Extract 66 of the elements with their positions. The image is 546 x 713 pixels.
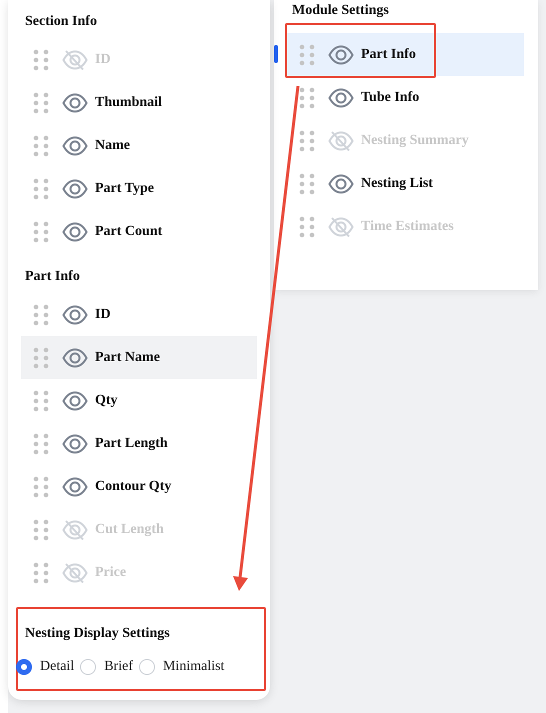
- field-row[interactable]: Contour Qty: [21, 465, 257, 508]
- section-heading: Module Settings: [291, 2, 390, 20]
- eye-icon[interactable]: [62, 348, 88, 368]
- field-row[interactable]: Thumbnail: [21, 81, 257, 124]
- eye-icon[interactable]: [62, 222, 88, 242]
- field-row[interactable]: ID: [21, 293, 257, 336]
- drag-handle-icon[interactable]: [33, 304, 49, 326]
- radio-button[interactable]: [16, 658, 32, 674]
- section-heading: Section Info: [24, 13, 98, 31]
- drag-handle-icon[interactable]: [299, 86, 315, 108]
- module-row[interactable]: Nesting List: [287, 162, 524, 205]
- eye-icon[interactable]: [328, 88, 354, 108]
- field-label: Part Count: [95, 223, 162, 241]
- field-row[interactable]: Part Length: [21, 422, 257, 465]
- field-label: Part Type: [95, 180, 154, 198]
- eye-icon[interactable]: [62, 136, 88, 156]
- field-row[interactable]: Part Count: [21, 210, 257, 253]
- drag-handle-icon[interactable]: [33, 92, 49, 114]
- field-label: Nesting List: [361, 175, 433, 193]
- eye-icon[interactable]: [328, 174, 354, 194]
- eye-icon[interactable]: [62, 390, 88, 410]
- field-label: Part Info: [361, 46, 416, 64]
- section-heading: Part Info: [24, 268, 81, 286]
- drag-handle-icon[interactable]: [33, 390, 49, 412]
- drag-handle-icon[interactable]: [33, 476, 49, 498]
- drag-handle-icon[interactable]: [33, 134, 49, 156]
- eye-icon[interactable]: [62, 434, 88, 454]
- field-label: Name: [95, 137, 130, 155]
- field-row[interactable]: Qty: [21, 379, 257, 422]
- eye-off-icon[interactable]: [62, 520, 88, 540]
- eye-icon[interactable]: [62, 304, 88, 324]
- drag-handle-icon[interactable]: [33, 178, 49, 200]
- field-label: Contour Qty: [95, 478, 172, 496]
- field-label: Tube Info: [361, 89, 420, 107]
- eye-off-icon[interactable]: [62, 50, 88, 70]
- drag-handle-icon[interactable]: [33, 346, 49, 368]
- radio-option[interactable]: Minimalist: [138, 656, 224, 677]
- field-label: Part Name: [95, 349, 160, 367]
- field-row[interactable]: Part Name: [21, 336, 257, 379]
- drag-handle-icon[interactable]: [33, 562, 49, 584]
- drag-handle-icon[interactable]: [299, 44, 315, 66]
- radio-option[interactable]: Detail: [16, 656, 74, 677]
- eye-icon[interactable]: [62, 476, 88, 496]
- eye-off-icon[interactable]: [328, 130, 354, 150]
- eye-off-icon[interactable]: [62, 562, 88, 582]
- field-label: Part Length: [95, 435, 168, 453]
- drag-handle-icon[interactable]: [33, 432, 49, 454]
- drag-handle-icon[interactable]: [299, 216, 315, 238]
- field-row[interactable]: Name: [21, 124, 257, 167]
- field-label: ID: [95, 306, 111, 324]
- eye-off-icon[interactable]: [328, 216, 354, 236]
- eye-icon[interactable]: [328, 44, 354, 64]
- field-label: Qty: [95, 392, 118, 410]
- drag-handle-icon[interactable]: [299, 130, 315, 152]
- module-row[interactable]: Part Info: [287, 33, 524, 76]
- drag-handle-icon[interactable]: [33, 220, 49, 242]
- field-row[interactable]: Part Type: [21, 167, 257, 210]
- drag-handle-icon[interactable]: [33, 518, 49, 540]
- module-row[interactable]: Tube Info: [287, 76, 524, 119]
- drag-handle-icon[interactable]: [299, 172, 315, 194]
- drag-handle-icon[interactable]: [33, 48, 49, 70]
- section-heading: Nesting Display Settings: [24, 625, 171, 643]
- eye-icon[interactable]: [62, 92, 88, 112]
- eye-icon[interactable]: [62, 178, 88, 198]
- radio-option[interactable]: Brief: [80, 656, 133, 677]
- field-label: Thumbnail: [95, 94, 162, 112]
